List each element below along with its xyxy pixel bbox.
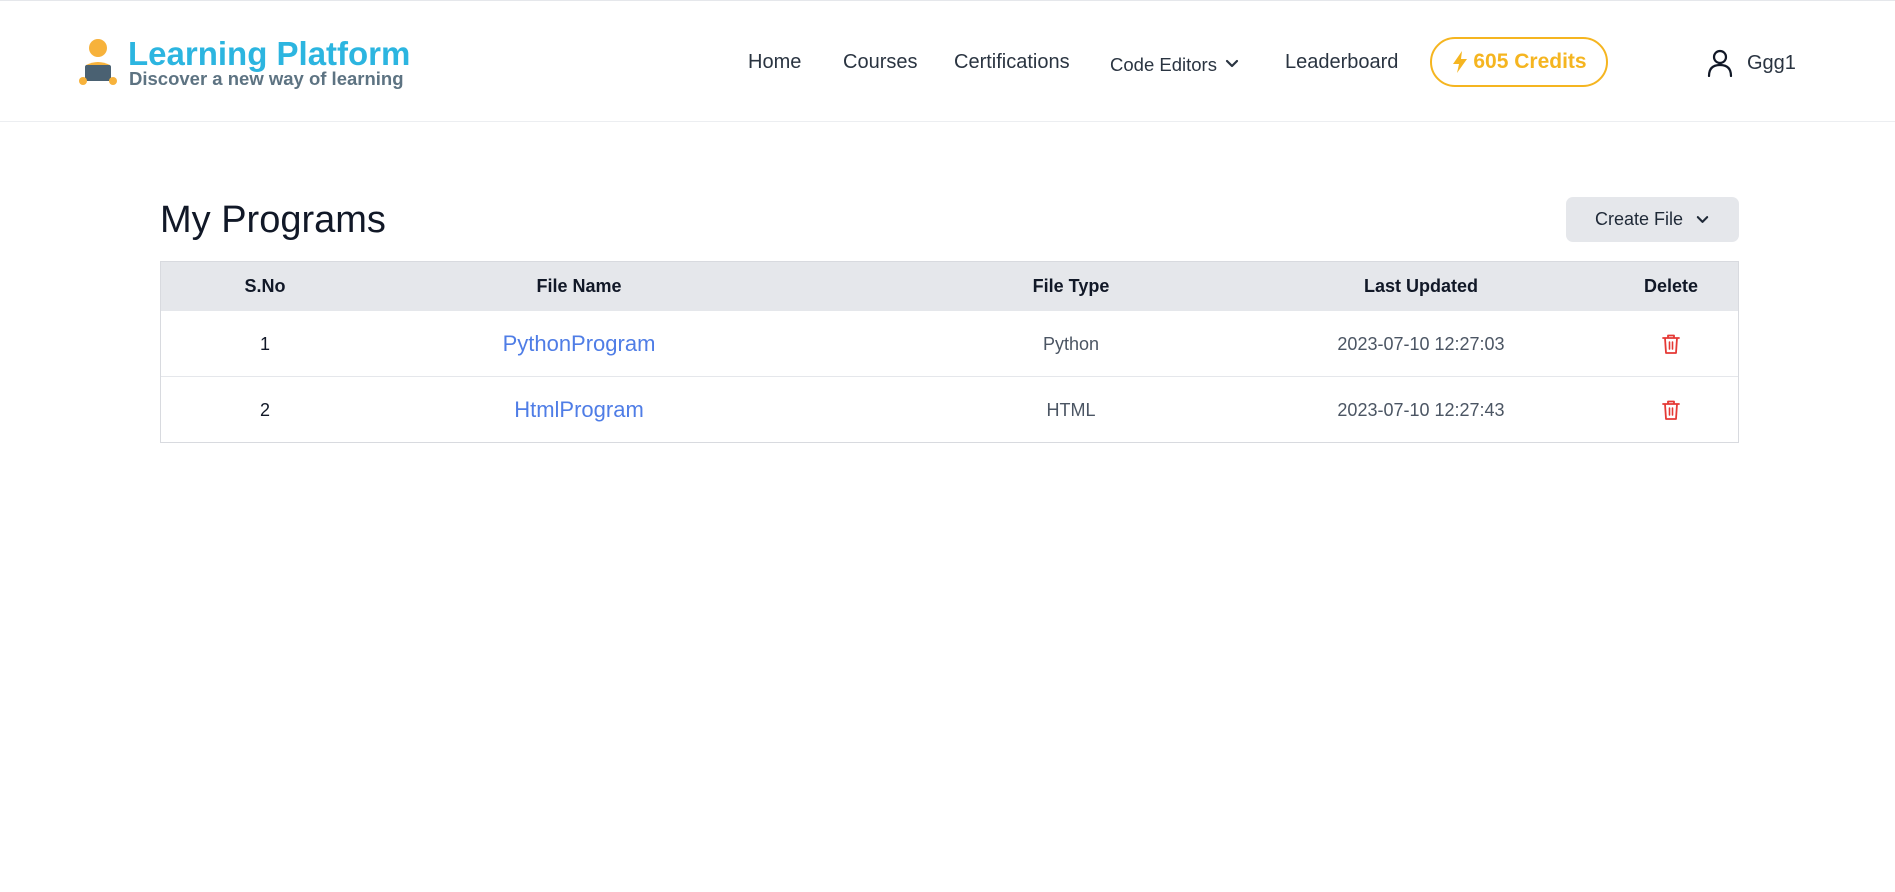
trash-icon[interactable] — [1661, 399, 1681, 421]
programs-table: S.No File Name File Type Last Updated De… — [160, 261, 1739, 443]
brand-logo[interactable]: Learning Platform Discover a new way of … — [78, 35, 410, 93]
file-name-link[interactable]: HtmlProgram — [429, 377, 729, 443]
cell-last-updated: 2023-07-10 12:27:43 — [1337, 400, 1505, 420]
user-icon[interactable] — [1707, 49, 1733, 77]
credits-button[interactable]: 605 Credits — [1430, 37, 1608, 87]
column-header-file-type: File Type — [1032, 276, 1110, 296]
table-header: S.No File Name File Type Last Updated De… — [161, 262, 1738, 310]
create-file-button[interactable]: Create File — [1566, 197, 1739, 242]
cell-sno: 2 — [259, 400, 270, 420]
person-at-laptop-icon — [79, 39, 117, 85]
column-header-file-name: File Name — [536, 276, 622, 296]
top-navbar: Learning Platform Discover a new way of … — [0, 1, 1895, 122]
nav-code-editors[interactable]: Code Editors — [1110, 52, 1217, 78]
credits-label: 605 Credits — [1473, 50, 1587, 73]
nav-leaderboard[interactable]: Leaderboard — [1285, 49, 1398, 75]
cell-last-updated: 2023-07-10 12:27:03 — [1337, 334, 1505, 354]
cell-file-type: HTML — [1046, 400, 1096, 420]
table-row: 1 PythonProgram Python 2023-07-10 12:27:… — [161, 310, 1738, 376]
trash-icon[interactable] — [1661, 333, 1681, 355]
nav-courses[interactable]: Courses — [843, 49, 917, 75]
chevron-down-icon — [1696, 216, 1709, 223]
column-header-last-updated: Last Updated — [1363, 276, 1478, 296]
delete-button[interactable] — [1621, 311, 1721, 377]
chevron-down-icon[interactable] — [1224, 55, 1240, 71]
cell-file-type: Python — [1042, 334, 1100, 354]
user-name[interactable]: Ggg1 — [1747, 50, 1796, 76]
brand-subtitle: Discover a new way of learning — [129, 68, 404, 89]
column-header-delete: Delete — [1643, 276, 1699, 296]
lightning-bolt-icon — [1453, 51, 1468, 73]
nav-certifications[interactable]: Certifications — [954, 49, 1070, 75]
page-title: My Programs — [160, 199, 386, 241]
nav-home[interactable]: Home — [748, 49, 801, 75]
delete-button[interactable] — [1621, 377, 1721, 443]
table-row: 2 HtmlProgram HTML 2023-07-10 12:27:43 — [161, 376, 1738, 442]
cell-sno: 1 — [259, 334, 270, 354]
file-name-link[interactable]: PythonProgram — [429, 311, 729, 377]
column-header-sno: S.No — [244, 276, 286, 296]
create-file-label: Create File — [1594, 209, 1684, 229]
